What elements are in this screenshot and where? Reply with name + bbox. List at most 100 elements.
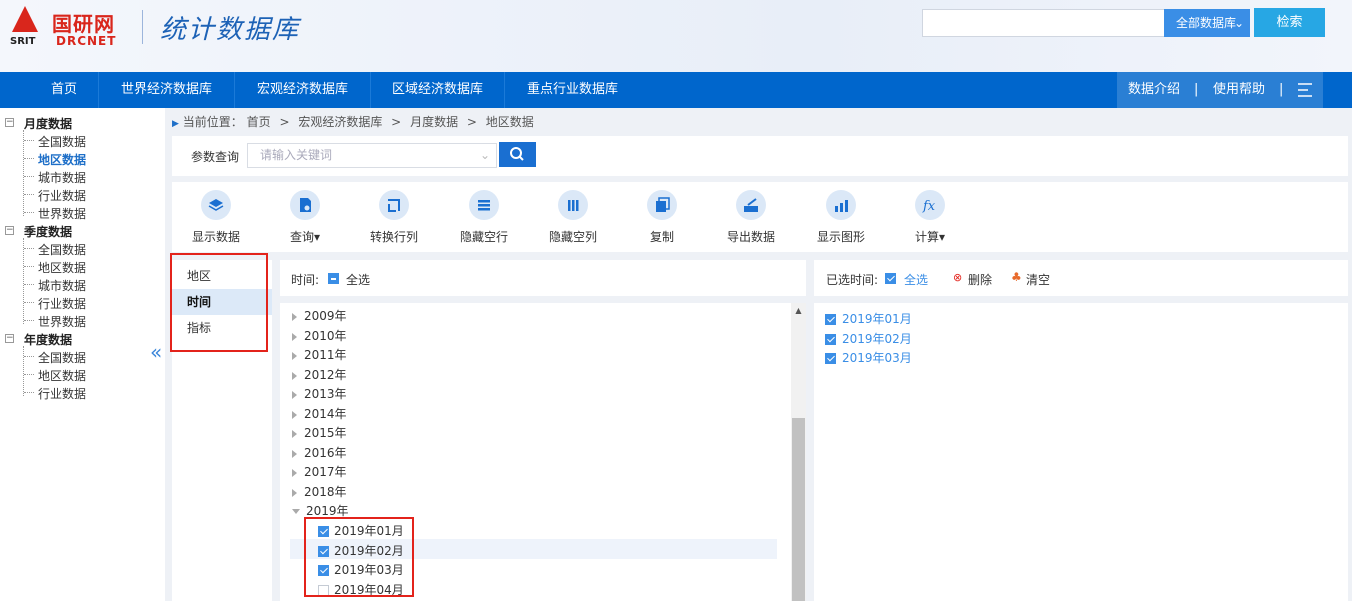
caret-right-icon <box>292 468 297 477</box>
tree-item-annual-regional[interactable]: 地区数据 <box>38 367 86 384</box>
year-label: 2010年 <box>304 329 347 343</box>
year-label: 2018年 <box>304 485 347 499</box>
logo-divider <box>142 10 143 44</box>
tool-show-chart[interactable]: 显示图形 <box>801 190 881 245</box>
breadcrumb-monthly[interactable]: 月度数据 <box>410 115 458 129</box>
nav-item-world[interactable]: 世界经济数据库 <box>99 72 234 108</box>
breadcrumb-macro[interactable]: 宏观经济数据库 <box>298 115 382 129</box>
collapse-toggle-icon[interactable]: − <box>5 118 14 127</box>
nav-divider: | <box>1279 82 1284 97</box>
delete-icon[interactable]: ⊗ <box>953 271 962 284</box>
search-scope-select[interactable]: 全部数据库 ⌄ <box>1164 9 1250 37</box>
nav-item-industry[interactable]: 重点行业数据库 <box>505 72 640 108</box>
tool-copy[interactable]: 复制 <box>622 190 702 245</box>
file-search-icon <box>290 190 320 220</box>
layers-icon <box>201 190 231 220</box>
year-item[interactable]: 2014年 <box>292 405 347 422</box>
selected-item[interactable]: 2019年02月 <box>825 330 912 347</box>
selected-label: 已选时间: <box>826 273 879 287</box>
breadcrumb-home[interactable]: 首页 <box>247 115 271 129</box>
breadcrumb-sep: > <box>391 115 402 129</box>
year-item[interactable]: 2018年 <box>292 483 347 500</box>
year-item[interactable]: 2013年 <box>292 385 347 402</box>
tool-label: 显示图形 <box>816 230 865 244</box>
checkbox[interactable] <box>825 353 836 364</box>
search-scope-label: 全部数据库 <box>1176 16 1237 30</box>
selected-select-all-checkbox[interactable] <box>885 273 896 284</box>
collapse-toggle-icon[interactable]: − <box>5 226 14 235</box>
selected-item[interactable]: 2019年01月 <box>825 310 912 327</box>
time-select-all-checkbox[interactable] <box>328 273 339 284</box>
clear-icon[interactable]: ♣ <box>1011 270 1022 284</box>
tree-group-quarterly[interactable]: 季度数据 <box>24 223 72 240</box>
tree-item-quarterly-industry[interactable]: 行业数据 <box>38 295 86 312</box>
tree-item-quarterly-regional[interactable]: 地区数据 <box>38 259 86 276</box>
selected-item[interactable]: 2019年03月 <box>825 349 912 366</box>
time-select-all-label[interactable]: 全选 <box>346 271 370 288</box>
sidebar-collapse-icon[interactable]: « <box>150 340 162 364</box>
nav-item-home[interactable]: 首页 <box>30 72 98 108</box>
clear-button[interactable]: 清空 <box>1026 271 1050 288</box>
checkbox[interactable] <box>825 334 836 345</box>
time-panel-header: 时间: 全选 <box>280 260 806 296</box>
year-label: 2017年 <box>304 465 347 479</box>
tree-item-monthly-industry[interactable]: 行业数据 <box>38 187 86 204</box>
tool-hide-empty-rows[interactable]: 隐藏空行 <box>444 190 524 245</box>
columns-icon <box>558 190 588 220</box>
breadcrumb-prefix: 当前位置： <box>182 115 243 129</box>
scrollbar-thumb[interactable] <box>792 418 805 601</box>
nav-help[interactable]: 使用帮助 <box>1213 72 1265 108</box>
year-item[interactable]: 2009年 <box>292 307 347 324</box>
checkbox[interactable] <box>825 314 836 325</box>
nav-data-intro[interactable]: 数据介绍 <box>1128 72 1180 108</box>
caret-right-icon <box>292 449 297 458</box>
tree-item-monthly-city[interactable]: 城市数据 <box>38 169 86 186</box>
tool-show-data[interactable]: 显示数据 <box>176 190 256 245</box>
year-item[interactable]: 2011年 <box>292 346 347 363</box>
nav-item-regional[interactable]: 区域经济数据库 <box>371 72 504 108</box>
tree-item-annual-industry[interactable]: 行业数据 <box>38 385 86 402</box>
collapse-toggle-icon[interactable]: − <box>5 334 14 343</box>
fx-icon: fx <box>915 190 945 220</box>
search-input[interactable] <box>922 9 1165 37</box>
tool-calculate[interactable]: fx 计算▾ <box>890 190 970 245</box>
logo-text: 国研网 <box>52 12 115 36</box>
delete-button[interactable]: 删除 <box>968 271 992 288</box>
tree-item-monthly-national[interactable]: 全国数据 <box>38 133 86 150</box>
year-label: 2016年 <box>304 446 347 460</box>
year-item[interactable]: 2016年 <box>292 444 347 461</box>
selected-label: 2019年03月 <box>842 351 912 365</box>
tree-item-quarterly-world[interactable]: 世界数据 <box>38 313 86 330</box>
search-button[interactable]: 检索 <box>1254 8 1325 37</box>
caret-right-icon <box>292 429 297 438</box>
tree-item-monthly-regional[interactable]: 地区数据 <box>38 151 86 168</box>
year-item[interactable]: 2015年 <box>292 424 347 441</box>
selected-select-all-label[interactable]: 全选 <box>904 271 928 288</box>
tree-group-annual[interactable]: 年度数据 <box>24 331 72 348</box>
year-item[interactable]: 2010年 <box>292 327 347 344</box>
year-label: 2012年 <box>304 368 347 382</box>
list-icon <box>469 190 499 220</box>
year-label: 2009年 <box>304 309 347 323</box>
year-item[interactable]: 2012年 <box>292 366 347 383</box>
year-item[interactable]: 2017年 <box>292 463 347 480</box>
tree-item-annual-national[interactable]: 全国数据 <box>38 349 86 366</box>
scroll-up-arrow-icon[interactable]: ▲ <box>791 306 806 316</box>
param-query-input[interactable]: 请输入关键词 ⌄ <box>247 143 497 168</box>
tree-item-quarterly-national[interactable]: 全国数据 <box>38 241 86 258</box>
tree-item-monthly-world[interactable]: 世界数据 <box>38 205 86 222</box>
tree-item-quarterly-city[interactable]: 城市数据 <box>38 277 86 294</box>
highlight-box <box>304 517 414 597</box>
nav-right: 数据介绍 | 使用帮助 | <box>1117 72 1323 108</box>
tool-transpose[interactable]: 转换行列 <box>354 190 434 245</box>
param-search-button[interactable] <box>499 142 536 167</box>
tree-group-monthly[interactable]: 月度数据 <box>24 115 72 132</box>
selected-list <box>814 303 1348 601</box>
tool-hide-empty-cols[interactable]: 隐藏空列 <box>533 190 613 245</box>
logo-en-text: DRCNET <box>56 34 117 48</box>
tool-query[interactable]: 查询▾ <box>265 190 345 245</box>
transpose-icon <box>379 190 409 220</box>
nav-item-macro[interactable]: 宏观经济数据库 <box>235 72 370 108</box>
caret-right-icon <box>292 332 297 341</box>
tool-export[interactable]: 导出数据 <box>711 190 791 245</box>
